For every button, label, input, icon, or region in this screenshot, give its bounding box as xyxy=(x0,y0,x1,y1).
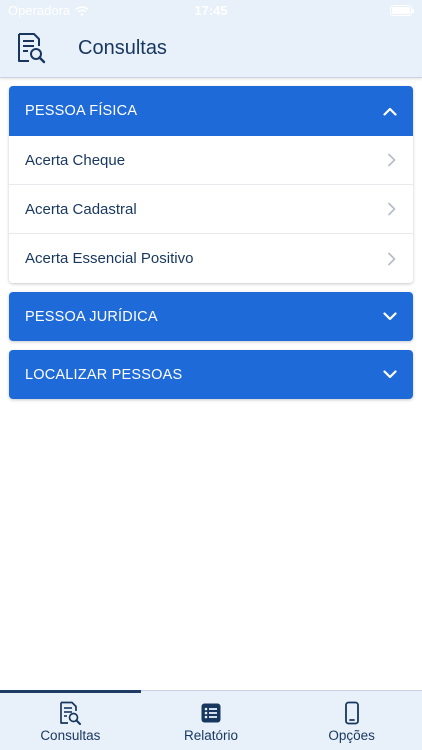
tab-consultas[interactable]: Consultas xyxy=(0,690,141,750)
status-time: 17:45 xyxy=(194,3,228,18)
sections-list: PESSOA FÍSICA Acerta Cheque Acerta Cadas… xyxy=(9,86,413,408)
status-bar: Operadora 17:45 xyxy=(0,0,422,22)
chevron-down-icon xyxy=(383,370,397,379)
document-search-icon xyxy=(18,33,46,64)
list-item-label: Acerta Essencial Positivo xyxy=(25,250,194,267)
section-header-localizar-pessoas[interactable]: LOCALIZAR PESSOAS xyxy=(9,350,413,399)
section-pessoa-fisica: PESSOA FÍSICA Acerta Cheque Acerta Cadas… xyxy=(9,86,413,283)
chevron-down-icon xyxy=(383,312,397,321)
tab-label: Opções xyxy=(328,728,375,743)
page-title: Consultas xyxy=(78,37,167,59)
section-localizar-pessoas: LOCALIZAR PESSOAS xyxy=(9,350,413,399)
tab-bar: Consultas Relatório Opções xyxy=(0,690,422,750)
section-label: PESSOA FÍSICA xyxy=(25,103,138,119)
chevron-right-icon xyxy=(388,153,396,167)
tab-opcoes[interactable]: Opções xyxy=(281,691,422,750)
chevron-right-icon xyxy=(388,252,396,265)
list-item-acerta-cadastral[interactable]: Acerta Cadastral xyxy=(9,185,413,234)
list-item-label: Acerta Cheque xyxy=(25,151,126,169)
app-header: Consultas xyxy=(0,22,422,78)
tab-relatorio[interactable]: Relatório xyxy=(141,691,282,750)
phone-icon xyxy=(344,701,359,725)
list-icon xyxy=(201,703,221,723)
battery-icon xyxy=(390,5,414,16)
section-pessoa-juridica: PESSOA JURÍDICA xyxy=(9,292,413,341)
top-bar: Operadora 17:45 Consultas xyxy=(0,0,422,78)
chevron-right-icon xyxy=(388,202,396,216)
section-label: PESSOA JURÍDICA xyxy=(25,308,158,325)
chevron-up-icon xyxy=(383,107,397,116)
section-items: Acerta Cheque Acerta Cadastral Acerta Es… xyxy=(9,136,413,283)
list-item-acerta-essencial-positivo[interactable]: Acerta Essencial Positivo xyxy=(9,234,413,283)
list-item-acerta-cheque[interactable]: Acerta Cheque xyxy=(9,136,413,185)
tab-label: Relatório xyxy=(183,728,239,743)
document-search-icon xyxy=(60,701,82,725)
section-header-pessoa-juridica[interactable]: PESSOA JURÍDICA xyxy=(9,292,413,341)
tab-label: Consultas xyxy=(40,728,101,743)
list-item-label: Acerta Cadastral xyxy=(25,200,137,218)
section-label: LOCALIZAR PESSOAS xyxy=(25,366,183,383)
section-header-pessoa-fisica[interactable]: PESSOA FÍSICA xyxy=(9,86,413,136)
